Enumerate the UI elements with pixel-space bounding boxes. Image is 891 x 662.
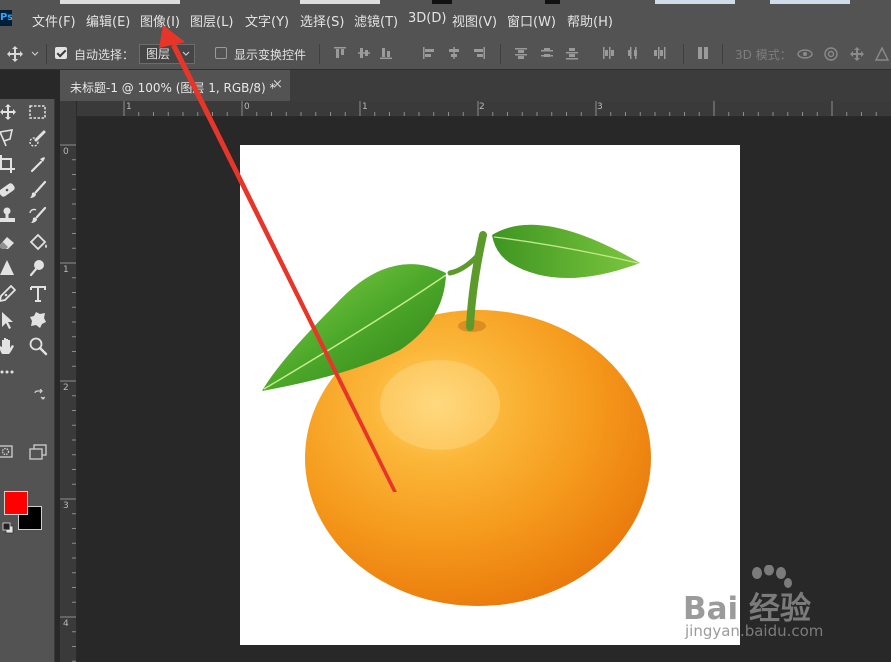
eyedropper-icon[interactable]	[27, 153, 49, 175]
tools-panel	[0, 99, 55, 662]
move-icon[interactable]	[0, 101, 22, 123]
crop-icon[interactable]	[0, 153, 17, 175]
document-tab-bar: 未标题-1 @ 100% (图层 1, RGB/8) * ×	[60, 70, 891, 101]
menu-select[interactable]: 选择(S)	[300, 11, 344, 30]
distribute-bottom-icon[interactable]	[565, 46, 579, 60]
hand-icon[interactable]	[0, 335, 18, 357]
close-icon[interactable]: ×	[272, 77, 283, 92]
menu-type[interactable]: 文字(Y)	[245, 11, 289, 30]
zoom-icon[interactable]	[27, 335, 49, 357]
quick-select-icon[interactable]	[27, 127, 49, 149]
ruler-label: 3	[597, 102, 603, 112]
eraser-icon[interactable]	[0, 231, 18, 253]
align-left-icon[interactable]	[422, 46, 436, 60]
ruler-label: 1	[126, 102, 132, 112]
menu-help[interactable]: 帮助(H)	[567, 11, 613, 30]
chevron-down-icon	[182, 51, 190, 56]
ruler-origin[interactable]	[60, 101, 76, 116]
menu-view[interactable]: 视图(V)	[452, 11, 497, 30]
divider	[46, 44, 47, 64]
path-select-icon[interactable]	[0, 309, 18, 331]
ruler-label: 2	[479, 102, 485, 112]
watermark-url: jingyan.baidu.com	[685, 622, 824, 640]
chevron-down-icon[interactable]	[31, 51, 39, 57]
divider	[683, 44, 684, 64]
vertical-ruler: 0 1 2 3 4	[60, 101, 77, 662]
auto-select-checkbox[interactable]	[55, 47, 67, 59]
align-right-icon[interactable]	[472, 46, 486, 60]
3d-roll-icon[interactable]	[823, 46, 839, 62]
distribute-vcenter-icon[interactable]	[540, 46, 554, 60]
align-hcenter-icon[interactable]	[447, 46, 461, 60]
align-bottom-icon[interactable]	[379, 46, 393, 60]
swap-colors-icon[interactable]	[33, 389, 45, 401]
horizontal-ruler: 1 0 1 2 3	[76, 101, 891, 117]
ruler-label: 3	[63, 501, 69, 511]
divider	[319, 44, 320, 64]
dodge-icon[interactable]	[27, 257, 49, 279]
move-icon[interactable]	[6, 45, 24, 63]
ruler-ticks	[60, 144, 76, 662]
dropdown-value: 图层	[146, 47, 171, 61]
menu-file[interactable]: 文件(F)	[32, 11, 76, 30]
baidu-jingyan-watermark: Bai 经验 jingyan.baidu.com	[683, 565, 853, 645]
distribute-left-icon[interactable]	[601, 46, 615, 60]
auto-align-icon[interactable]	[696, 46, 710, 60]
more-tools-icon[interactable]	[0, 361, 18, 383]
auto-select-target-dropdown[interactable]: 图层	[139, 44, 195, 64]
3d-drag-icon[interactable]	[849, 46, 865, 62]
ruler-label: 2	[63, 383, 69, 393]
3d-mode-label: 3D 模式：	[735, 48, 792, 62]
ruler-label: 1	[362, 102, 368, 112]
foreground-color-swatch[interactable]	[4, 491, 28, 515]
taskbar-peek	[0, 0, 891, 4]
menu-3d[interactable]: 3D(D)	[408, 11, 446, 26]
lasso-icon[interactable]	[0, 127, 18, 149]
align-vcenter-icon[interactable]	[357, 46, 371, 60]
distribute-top-icon[interactable]	[514, 46, 528, 60]
align-top-icon[interactable]	[333, 46, 347, 60]
clone-stamp-icon[interactable]	[0, 205, 18, 227]
ruler-label: 0	[63, 147, 69, 157]
default-colors-icon[interactable]	[2, 522, 14, 534]
menu-image[interactable]: 图像(I)	[140, 11, 180, 30]
photoshop-logo: Ps	[0, 10, 12, 26]
menu-edit[interactable]: 编辑(E)	[86, 11, 130, 30]
show-transform-label: 显示变换控件	[234, 48, 307, 62]
brush-icon[interactable]	[27, 179, 49, 201]
3d-slide-icon[interactable]	[874, 46, 890, 62]
paint-bucket-icon[interactable]	[27, 231, 49, 253]
pen-icon[interactable]	[0, 283, 18, 305]
document-canvas[interactable]	[240, 145, 740, 645]
type-icon[interactable]	[27, 283, 49, 305]
quick-mask-icon[interactable]	[0, 444, 14, 460]
distribute-hcenter-icon[interactable]	[626, 46, 640, 60]
menu-window[interactable]: 窗口(W)	[507, 11, 556, 30]
menu-layer[interactable]: 图层(L)	[190, 11, 233, 30]
screen-mode-icon[interactable]	[28, 444, 48, 460]
sharpen-icon[interactable]	[0, 257, 18, 279]
3d-orbit-icon[interactable]	[796, 46, 814, 62]
divider	[500, 44, 501, 64]
show-transform-checkbox[interactable]	[215, 47, 227, 59]
orange-image	[262, 224, 651, 606]
history-brush-icon[interactable]	[27, 205, 49, 227]
auto-select-label: 自动选择：	[74, 48, 135, 62]
healing-brush-icon[interactable]	[0, 179, 18, 201]
distribute-right-icon[interactable]	[652, 46, 666, 60]
ruler-label: 1	[63, 265, 69, 275]
menu-bar: Ps 文件(F) 编辑(E) 图像(I) 图层(L) 文字(Y) 选择(S) 滤…	[0, 0, 891, 39]
document-tab-title: 未标题-1 @ 100% (图层 1, RGB/8) *	[70, 81, 276, 95]
document-tab[interactable]: 未标题-1 @ 100% (图层 1, RGB/8) * ×	[60, 70, 290, 101]
ruler-label: 0	[244, 102, 250, 112]
custom-shape-icon[interactable]	[27, 309, 49, 331]
ruler-label: 4	[63, 619, 69, 629]
marquee-icon[interactable]	[27, 101, 49, 123]
divider	[722, 44, 723, 64]
menu-filter[interactable]: 滤镜(T)	[354, 11, 398, 30]
